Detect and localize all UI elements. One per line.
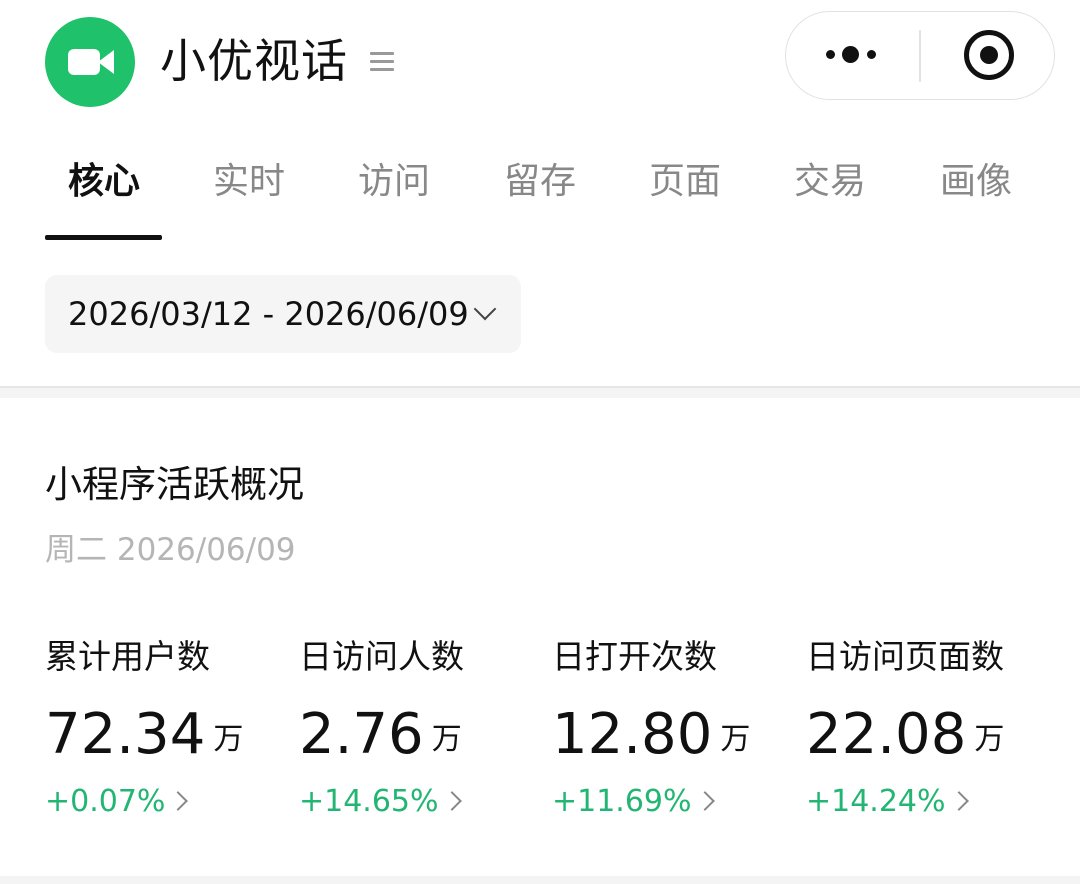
active-tab-indicator — [45, 235, 162, 240]
chevron-right-icon — [441, 791, 462, 811]
date-range-picker[interactable]: 2026/03/12 - 2026/06/09 — [45, 275, 521, 353]
metric-change[interactable]: +11.69% — [552, 782, 715, 822]
chevron-right-icon — [948, 791, 969, 811]
activity-overview-card: 小程序活跃概况 周二 2026/06/09 累计用户数 72.34 万 +0.07… — [0, 398, 1080, 876]
camera-body — [68, 49, 100, 75]
card-title: 小程序活跃概况 — [45, 463, 304, 506]
metric-label: 日访问页面数 — [806, 637, 1004, 676]
metric-value: 2.76 万 — [299, 702, 462, 767]
metric-change[interactable]: +14.24% — [806, 782, 969, 822]
tab-transactions[interactable]: 交易 — [770, 156, 890, 208]
chevron-down-icon — [473, 297, 497, 321]
target-close-icon[interactable] — [964, 30, 1014, 80]
tab-pages[interactable]: 页面 — [625, 156, 745, 208]
chevron-right-icon — [168, 791, 189, 811]
section-gap — [0, 388, 1080, 398]
date-range-value: 2026/03/12 - 2026/06/09 — [68, 295, 469, 333]
metric-total-users: 累计用户数 72.34 万 +0.07% — [45, 634, 285, 834]
metric-label: 日访问人数 — [299, 637, 464, 676]
metric-daily-pageviews: 日访问页面数 22.08 万 +14.24% — [806, 634, 1046, 834]
chevron-right-icon — [694, 791, 715, 811]
tab-visits[interactable]: 访问 — [334, 156, 454, 208]
capsule-menu — [785, 11, 1055, 100]
video-camera-icon — [45, 17, 135, 107]
metric-label: 累计用户数 — [45, 637, 210, 676]
metric-value: 12.80 万 — [552, 702, 751, 767]
more-dots-icon[interactable] — [822, 44, 886, 66]
metric-unit: 万 — [431, 722, 462, 757]
tab-retention[interactable]: 留存 — [480, 156, 600, 208]
metric-unit: 万 — [213, 722, 244, 757]
tab-portrait[interactable]: 画像 — [916, 156, 1036, 208]
metric-label: 日打开次数 — [552, 637, 717, 676]
top-bar: 小优视话 — [0, 0, 1080, 130]
camera-lens — [98, 50, 114, 74]
metric-unit: 万 — [974, 722, 1005, 757]
metric-daily-visitors: 日访问人数 2.76 万 +14.65% — [299, 634, 539, 834]
metric-value: 72.34 万 — [45, 702, 244, 767]
metric-change[interactable]: +0.07% — [45, 782, 189, 822]
metric-daily-opens: 日打开次数 12.80 万 +11.69% — [552, 634, 792, 834]
tab-core[interactable]: 核心 — [44, 156, 164, 208]
tab-realtime[interactable]: 实时 — [189, 156, 309, 208]
capsule-divider — [919, 30, 921, 82]
bottom-gap — [0, 876, 1080, 884]
metric-value: 22.08 万 — [806, 702, 1005, 767]
metric-unit: 万 — [720, 722, 751, 757]
card-date: 周二 2026/06/09 — [45, 532, 296, 568]
hamburger-icon[interactable] — [370, 52, 394, 72]
app-title: 小优视话 — [160, 34, 348, 88]
tab-bar: 核心 实时 访问 留存 页面 交易 画像 — [0, 150, 1080, 245]
metric-change[interactable]: +14.65% — [299, 782, 462, 822]
